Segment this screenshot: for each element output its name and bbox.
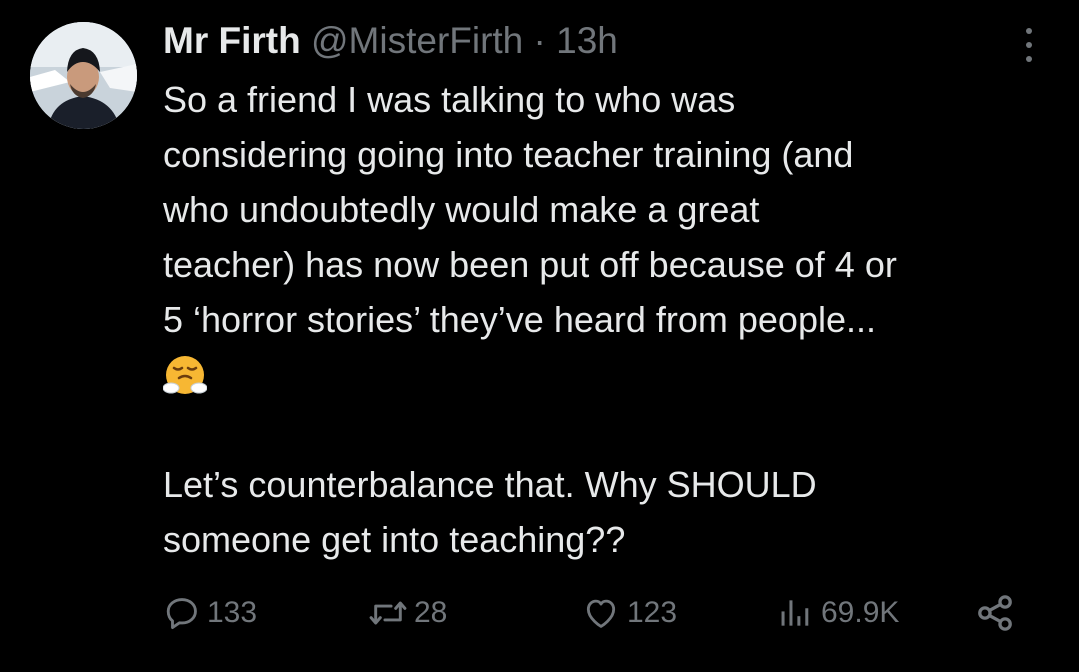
more-dot	[1026, 42, 1032, 48]
like-button[interactable]: 123	[581, 588, 677, 638]
reply-count: 133	[207, 596, 258, 629]
repost-icon	[369, 601, 407, 625]
views-icon	[781, 600, 809, 626]
views-button[interactable]: 69.9K	[775, 588, 899, 638]
share-button[interactable]	[973, 588, 1017, 638]
tweet-line: someone get into teaching??	[163, 519, 626, 560]
more-dot	[1026, 28, 1032, 34]
repost-count: 28	[414, 596, 448, 629]
more-icon[interactable]	[1019, 28, 1039, 62]
tweet-line: Let’s counterbalance that. Why SHOULD	[163, 464, 817, 505]
like-count: 123	[627, 596, 678, 629]
header-separator: ·	[533, 20, 546, 61]
tweet-line: teacher) has now been put off because of…	[163, 244, 897, 285]
tweet-timestamp[interactable]: 13h	[556, 20, 618, 61]
emoji-line	[163, 347, 1063, 402]
huffing-face-emoji-icon	[163, 355, 207, 394]
views-count: 69.9K	[821, 596, 900, 629]
tweet-header: Mr Firth @MisterFirth · 13h	[163, 18, 1019, 64]
reply-button[interactable]: 133	[163, 588, 257, 638]
tweet-line: considering going into teacher training …	[163, 134, 854, 175]
tweet-actions: 133 28 123 69.9K	[163, 588, 1033, 638]
tweet-line: 5 ‘horror stories’ they’ve heard from pe…	[163, 299, 877, 340]
more-dot	[1026, 56, 1032, 62]
tweet-line: So a friend I was talking to who was	[163, 79, 736, 120]
tweet-line: who undoubtedly would make a great	[163, 189, 760, 230]
repost-button[interactable]: 28	[368, 588, 447, 638]
heart-icon	[586, 599, 616, 628]
tweet-body: So a friend I was talking to who was con…	[163, 72, 1063, 567]
author-avatar[interactable]	[30, 22, 137, 129]
author-handle[interactable]: @MisterFirth	[311, 20, 523, 61]
author-name[interactable]: Mr Firth	[163, 20, 301, 61]
avatar-image	[30, 22, 137, 129]
reply-icon	[166, 598, 197, 629]
share-icon	[978, 595, 1012, 631]
